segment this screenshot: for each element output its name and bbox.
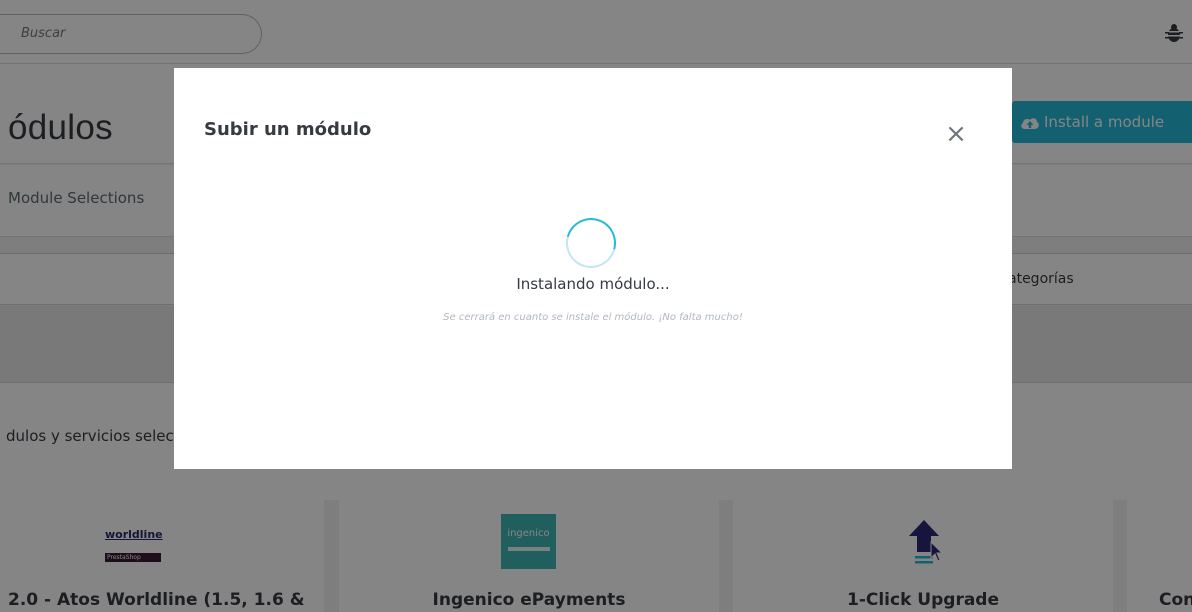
loading-spinner-icon xyxy=(556,208,626,278)
closing-note: Se cerrará en cuanto se instale el módul… xyxy=(443,312,743,323)
installing-status: Instalando módulo... xyxy=(516,275,670,293)
close-icon[interactable]: × xyxy=(938,116,974,152)
upload-module-dialog: Subir un módulo × Instalando módulo... S… xyxy=(174,68,1012,469)
modal-title: Subir un módulo xyxy=(204,119,372,140)
